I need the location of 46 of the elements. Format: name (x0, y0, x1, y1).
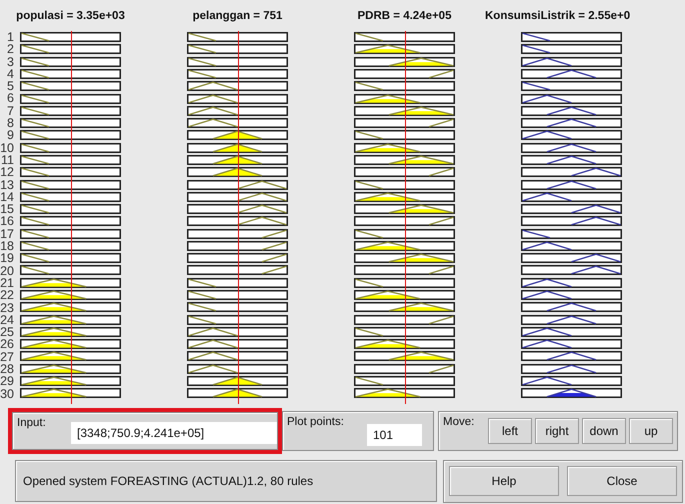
rule-number: 15 (0, 203, 14, 216)
rule-number: 2 (7, 43, 14, 56)
status-text: Opened system FOREASTING (ACTUAL)1.2, 80 rules (23, 474, 314, 488)
rule-number: 5 (7, 80, 14, 92)
variable-title: populasi = 3.35e+03 (16, 9, 125, 24)
rule-number: 27 (0, 350, 14, 364)
help-button[interactable]: Help (449, 466, 559, 496)
rule-number: 22 (0, 289, 14, 302)
rule-number: 7 (7, 104, 14, 118)
rule-number: 20 (0, 264, 14, 277)
variable-title: KonsumsiListrik = 2.55e+0 (485, 9, 630, 24)
rule-number: 1 (7, 31, 14, 44)
move-button[interactable]: right (535, 418, 579, 444)
plot-points-label: Plot points: (287, 416, 344, 428)
move-label: Move: (443, 416, 474, 428)
variable-title: PDRB = 4.24e+05 (358, 9, 452, 24)
rule-number: 18 (0, 240, 14, 252)
rule-number: 25 (0, 326, 14, 338)
rule-number: 24 (0, 314, 14, 326)
rule-number: 29 (0, 375, 14, 388)
rule-number: 10 (0, 142, 14, 154)
rule-number: 12 (0, 166, 14, 179)
rule-number: 14 (0, 190, 14, 204)
rule-number: 9 (7, 129, 14, 142)
rule-number: 4 (7, 68, 14, 80)
rule-number: 8 (7, 117, 14, 130)
rule-number: 6 (7, 92, 14, 105)
input-field[interactable]: [3348;750.9;4.241e+05] (71, 422, 277, 444)
rule-number: 28 (0, 363, 14, 376)
rule-number: 30 (0, 388, 14, 400)
rule-number: 11 (1, 154, 14, 166)
rule-number: 26 (0, 338, 14, 351)
rule-number: 13 (0, 178, 14, 191)
input-label: Input: (17, 417, 46, 429)
plot-points-field[interactable]: 101 (367, 424, 422, 446)
move-button[interactable]: left (488, 418, 532, 444)
rule-number: 19 (0, 252, 14, 265)
rule-number: 3 (7, 56, 14, 68)
close-button[interactable]: Close (567, 466, 677, 496)
rule-number: 17 (0, 228, 14, 240)
move-button[interactable]: up (629, 418, 673, 444)
move-button[interactable]: down (582, 418, 626, 444)
rule-number: 23 (0, 302, 14, 314)
rule-number: 21 (0, 276, 14, 290)
rule-number: 16 (0, 215, 14, 228)
variable-title: pelanggan = 751 (192, 9, 282, 24)
